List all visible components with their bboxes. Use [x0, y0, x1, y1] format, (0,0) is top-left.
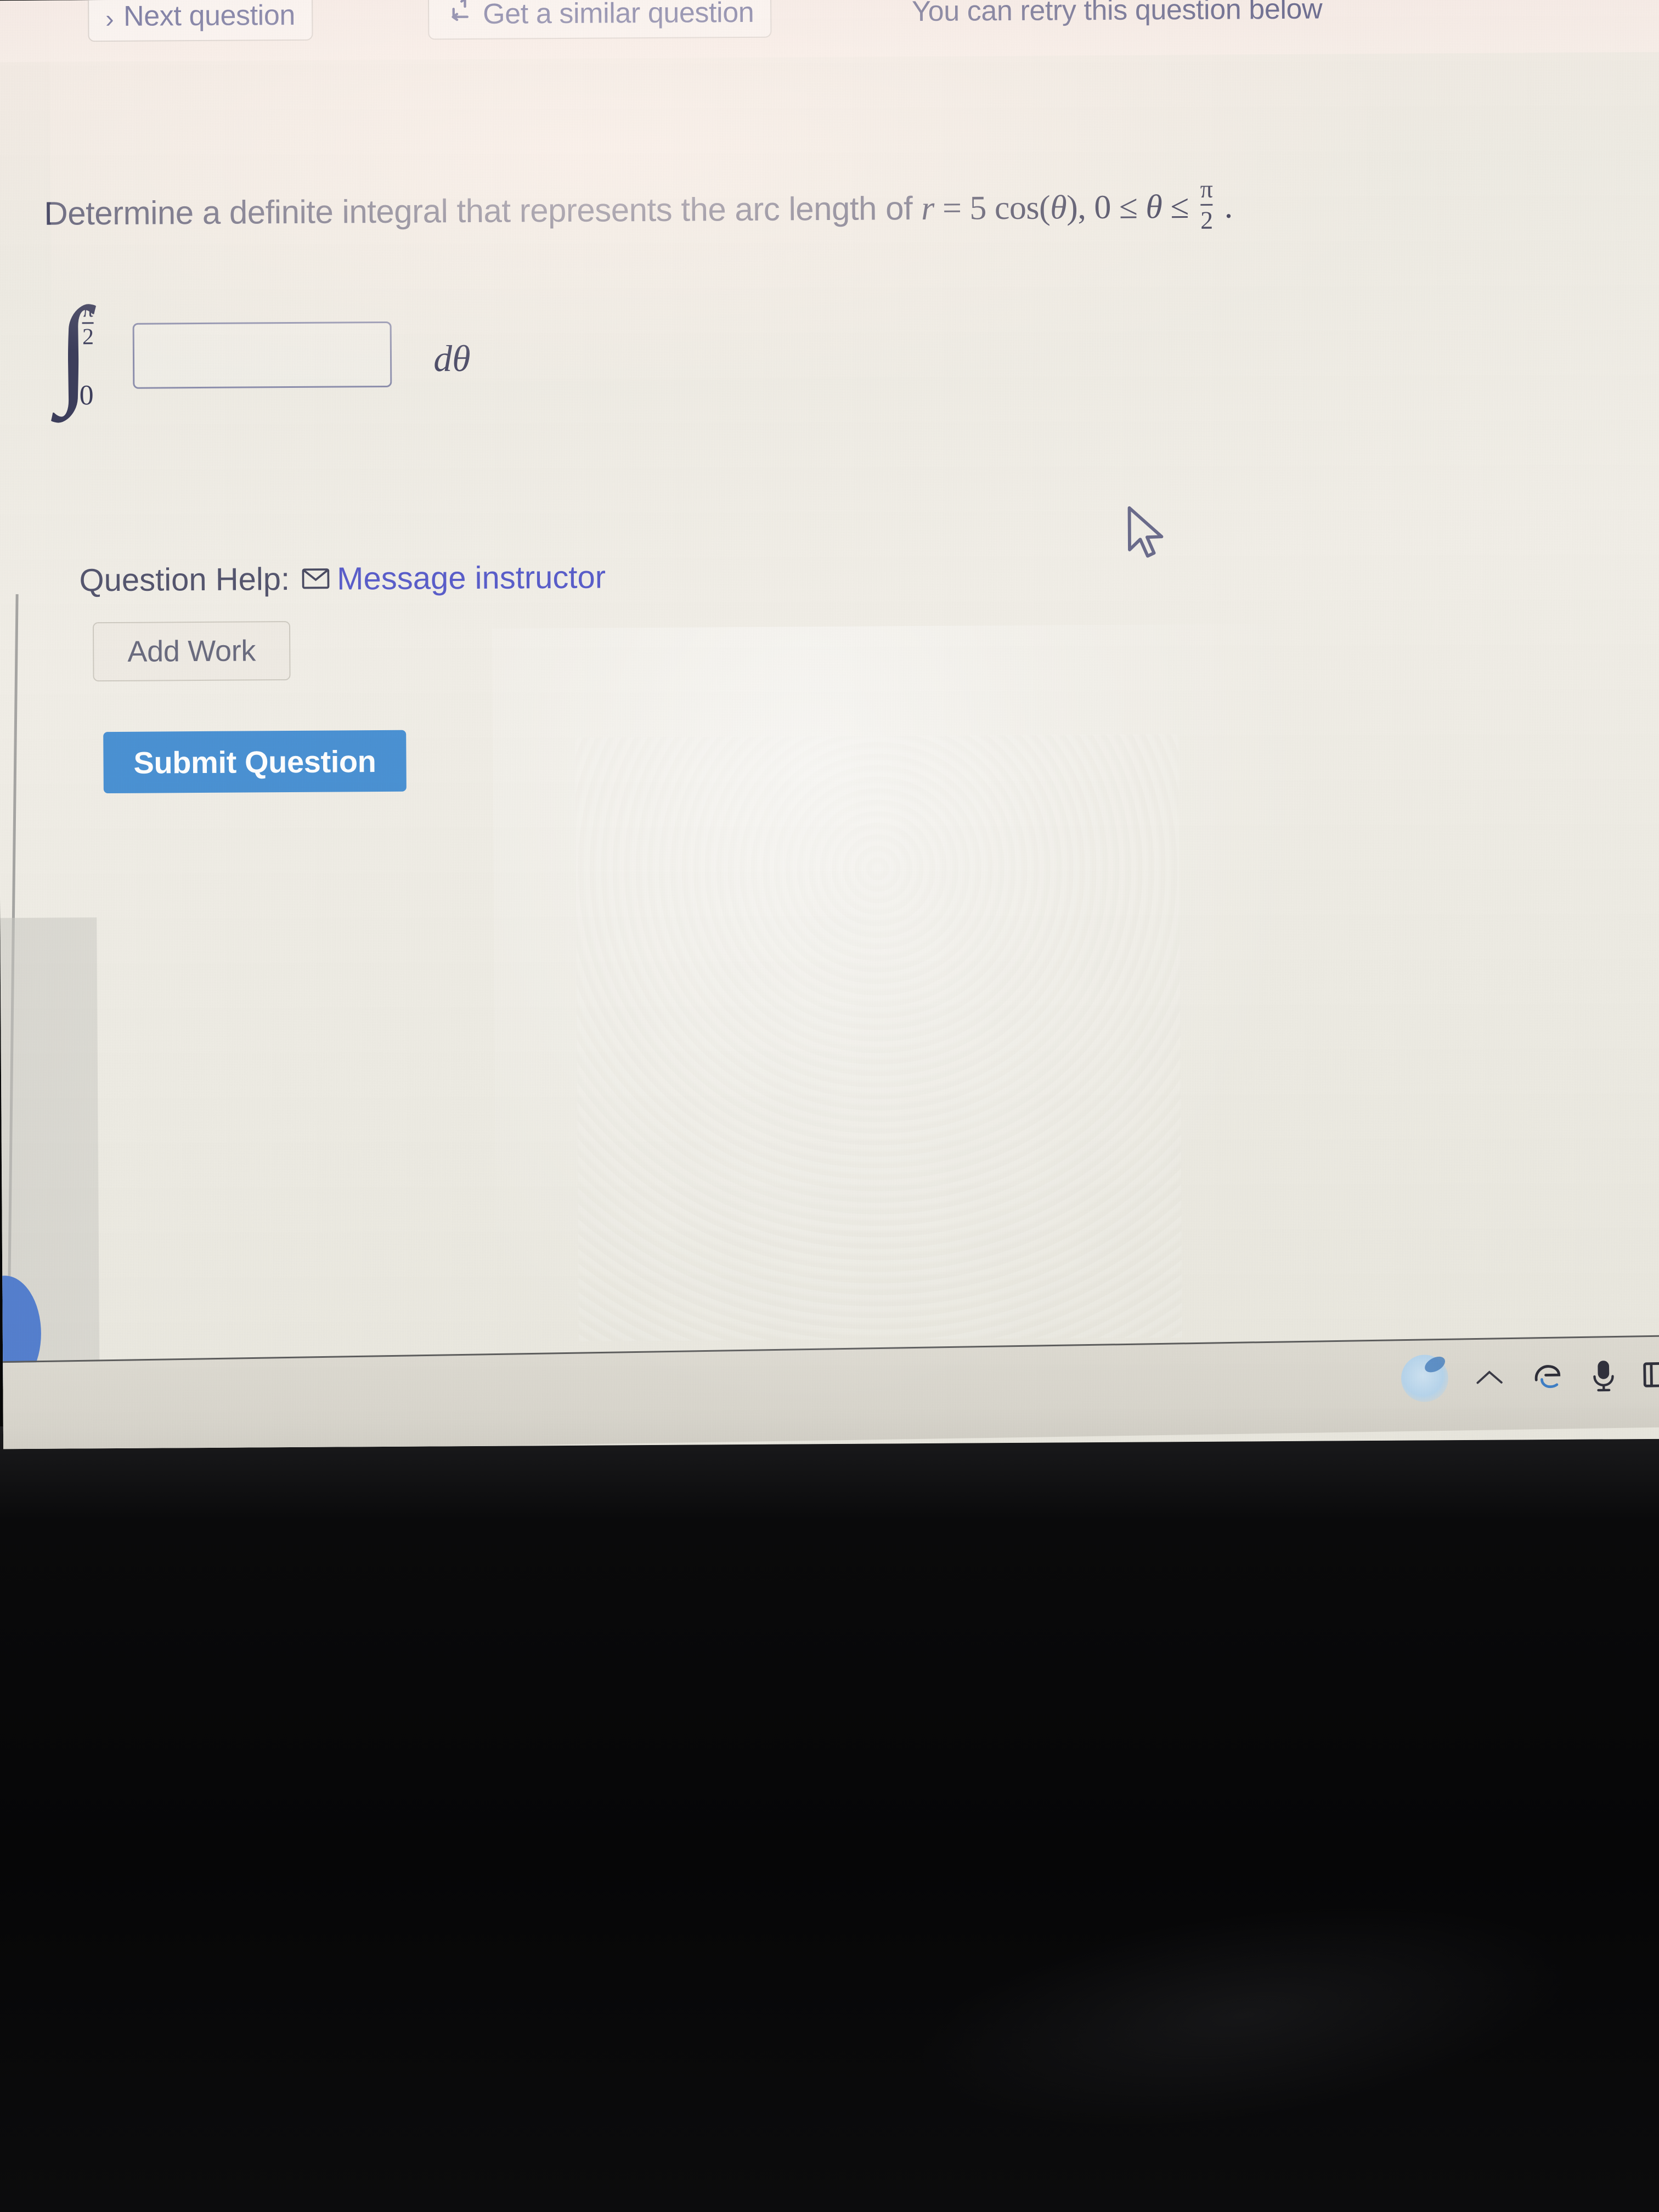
add-work-button[interactable]: Add Work: [92, 621, 291, 682]
question-prompt: Determine a definite integral that repre…: [44, 175, 1233, 244]
integral-limits: π 2 0: [74, 297, 115, 411]
fraction-bar: [1200, 204, 1213, 206]
system-tray: [1401, 1351, 1659, 1403]
add-work-label: Add Work: [127, 634, 256, 668]
laptop-screen: › Next question Get a similar question Y…: [0, 0, 1659, 1449]
integral-upper-numerator: π: [82, 297, 94, 322]
differential-dtheta: dθ: [433, 337, 471, 379]
notification-box-icon[interactable]: [1642, 1359, 1659, 1390]
next-question-label: Next question: [123, 0, 296, 32]
chevron-right-icon: ›: [105, 4, 114, 33]
equation-theta: θ: [1050, 189, 1067, 227]
integral-upper-denominator: 2: [82, 324, 94, 350]
dark-surface-below-screen: [0, 1426, 1659, 2212]
domain-upper-denominator: 2: [1200, 206, 1213, 234]
domain-upper-numerator: π: [1200, 174, 1213, 203]
microphone-icon[interactable]: [1589, 1358, 1617, 1393]
get-similar-question-button[interactable]: Get a similar question: [427, 0, 772, 40]
cortana-glow-icon[interactable]: [1401, 1354, 1449, 1403]
refresh-cycle-icon: [445, 0, 473, 29]
mouse-cursor-icon: [1125, 504, 1173, 568]
message-instructor-link[interactable]: Message instructor: [302, 559, 606, 597]
equation-rhs-close: ),: [1066, 189, 1086, 227]
edge-browser-icon[interactable]: [1531, 1360, 1565, 1392]
equation-variable: r: [921, 189, 935, 227]
domain-rel-1: ≤: [1119, 188, 1138, 226]
equation-rhs: 5 cos(: [969, 189, 1051, 227]
message-instructor-label: Message instructor: [336, 559, 606, 597]
integral-lower-limit: 0: [79, 380, 94, 411]
domain-upper-fraction: π 2: [1200, 174, 1213, 234]
sentence-period: .: [1224, 188, 1233, 225]
question-help-row: Question Help: Message instructor: [79, 559, 606, 599]
screenshot-root: › Next question Get a similar question Y…: [0, 0, 1659, 2212]
submit-question-label: Submit Question: [133, 743, 376, 780]
equation-equals: =: [942, 189, 962, 227]
integrand-answer-input[interactable]: [132, 321, 392, 389]
integral-expression: ∫ π 2 0 dθ: [57, 283, 471, 416]
chevron-up-icon[interactable]: [1474, 1366, 1506, 1389]
next-question-button[interactable]: › Next question: [87, 0, 313, 42]
integral-upper-limit: π 2: [82, 297, 94, 350]
question-body: Determine a definite integral that repre…: [0, 52, 1659, 1434]
domain-lower: 0: [1094, 188, 1111, 227]
domain-variable: θ: [1146, 188, 1163, 226]
integral-fraction-bar: [82, 322, 94, 324]
question-prompt-text: Determine a definite integral that repre…: [44, 190, 913, 232]
get-similar-question-label: Get a similar question: [483, 0, 754, 30]
question-help-label: Question Help:: [79, 561, 290, 599]
envelope-icon: [302, 563, 330, 595]
retry-notice: You can retry this question below: [912, 0, 1323, 28]
domain-rel-2: ≤: [1170, 188, 1189, 226]
question-toolbar: › Next question Get a similar question Y…: [0, 0, 1659, 63]
submit-question-button[interactable]: Submit Question: [103, 730, 407, 794]
question-equation: r = 5 cos(θ), 0 ≤ θ ≤ π 2 .: [921, 175, 1233, 234]
